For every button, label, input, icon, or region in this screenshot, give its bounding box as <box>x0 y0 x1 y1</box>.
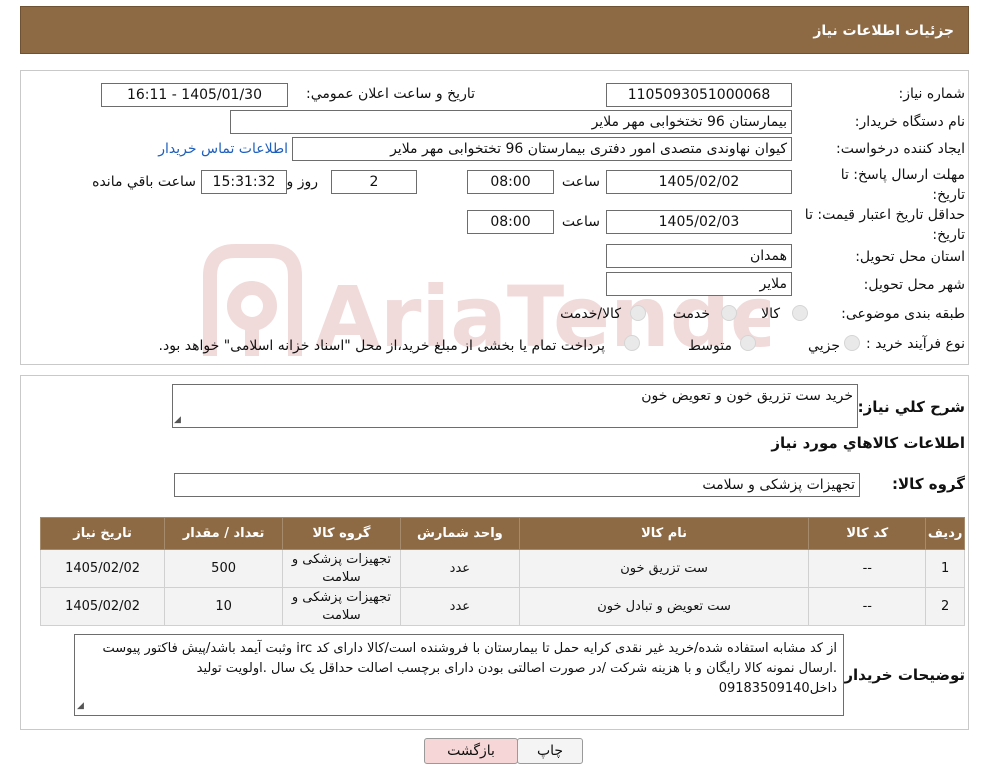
page-title: جزئیات اطلاعات نیاز <box>813 23 954 39</box>
category-radio-goods-service[interactable] <box>630 305 646 321</box>
description-label: شرح کلي نیاز: <box>857 398 965 416</box>
validity-time-label: ساعت <box>561 214 600 230</box>
need-number-label: شماره نیاز: <box>898 86 966 102</box>
cell-item-code: -- <box>808 587 927 626</box>
cell-goods-group: تجهیزات پزشکی و سلامت <box>282 587 401 626</box>
process-option-medium: متوسط <box>688 338 732 354</box>
cell-row-number: 1 <box>925 549 965 588</box>
validity-date-field: 1405/02/03 <box>606 210 792 234</box>
province-label: استان محل تحویل: <box>855 249 965 265</box>
category-label: طبقه بندی موضوعی: <box>841 306 965 322</box>
col-goods-group: گروه کالا <box>282 517 401 550</box>
process-note: پرداخت تمام یا بخشی از مبلغ خرید،از محل … <box>158 338 605 354</box>
col-row-number: ردیف <box>925 517 965 550</box>
remaining-label: ساعت باقي مانده <box>92 174 196 190</box>
category-option-goods: کالا <box>761 306 780 322</box>
notes-resize-handle-icon[interactable]: ◢ <box>77 701 84 711</box>
announce-label: تاریخ و ساعت اعلان عمومي: <box>306 86 475 102</box>
creator-field: کیوان نهاوندی متصدی امور دفتری بیمارستان… <box>292 137 792 161</box>
category-option-goods-service: کالا/خدمت <box>560 306 621 322</box>
process-radio-small[interactable] <box>844 335 860 351</box>
col-need-date: تاریخ نیاز <box>39 517 166 550</box>
col-quantity: تعداد / مقدار <box>164 517 284 550</box>
notes-label: توضیحات خریدار: <box>838 666 965 684</box>
creator-label: ایجاد کننده درخواست: <box>836 141 965 157</box>
process-radio-medium[interactable] <box>740 335 756 351</box>
days-field: 2 <box>331 170 417 194</box>
remaining-time-field: 15:31:32 <box>201 170 287 194</box>
back-button[interactable]: بازگشت <box>424 738 518 764</box>
validity-time-field: 08:00 <box>467 210 554 234</box>
col-item-name: نام کالا <box>518 517 810 550</box>
table-header-row: ردیف کد کالا نام کالا واحد شمارش گروه کا… <box>39 517 965 550</box>
cell-unit: عدد <box>399 549 520 588</box>
buyer-org-label: نام دستگاه خریدار: <box>854 114 965 130</box>
cell-item-name: ست تزریق خون <box>518 549 810 588</box>
goods-group-label: گروه کالا: <box>892 475 965 493</box>
cell-unit: عدد <box>399 587 520 626</box>
contact-info-link[interactable]: اطلاعات تماس خریدار <box>158 141 288 157</box>
description-field[interactable]: خرید ست تزریق خون و تعویض خون <box>172 384 858 428</box>
notes-field[interactable]: از کد مشابه استفاده شده/خرید غیر نقدی کر… <box>74 634 844 716</box>
buyer-org-field: بیمارستان 96 تختخوابی مهر ملایر <box>230 110 792 134</box>
category-option-service: خدمت <box>672 306 710 322</box>
process-radio-treasury[interactable] <box>624 335 640 351</box>
cell-quantity: 10 <box>164 587 284 626</box>
print-button[interactable]: چاپ <box>517 738 583 764</box>
announce-field: 1405/01/30 - 16:11 <box>101 83 288 107</box>
deadline-time-label: ساعت <box>561 174 600 190</box>
need-number-field: 1105093051000068 <box>606 83 792 107</box>
deadline-time-field: 08:00 <box>467 170 554 194</box>
city-label: شهر محل تحویل: <box>863 277 965 293</box>
table-row[interactable]: 1 -- ست تزریق خون عدد تجهیزات پزشکی و سل… <box>39 549 965 588</box>
process-label: نوع فرآیند خرید : <box>866 336 965 352</box>
goods-group-field: تجهیزات پزشکی و سلامت <box>174 473 860 497</box>
cell-need-date: 1405/02/02 <box>39 587 166 626</box>
cell-goods-group: تجهیزات پزشکی و سلامت <box>282 549 401 588</box>
cell-item-name: ست تعویض و تبادل خون <box>518 587 810 626</box>
cell-quantity: 500 <box>164 549 284 588</box>
resize-handle-icon[interactable]: ◢ <box>174 415 181 425</box>
days-label: روز و <box>286 174 319 190</box>
cell-item-code: -- <box>808 549 927 588</box>
deadline-label: مهلت ارسال پاسخ: تا تاریخ: <box>840 167 965 203</box>
city-field: ملایر <box>606 272 792 296</box>
process-option-small: جزیي <box>808 338 840 354</box>
goods-info-title: اطلاعات کالاهاي مورد نیاز <box>771 434 965 452</box>
page-header: جزئیات اطلاعات نیاز <box>20 6 969 54</box>
col-item-code: کد کالا <box>808 517 927 550</box>
category-radio-goods[interactable] <box>792 305 808 321</box>
province-field: همدان <box>606 244 792 268</box>
col-unit: واحد شمارش <box>399 517 520 550</box>
deadline-date-field: 1405/02/02 <box>606 170 792 194</box>
cell-row-number: 2 <box>925 587 965 626</box>
category-radio-service[interactable] <box>721 305 737 321</box>
table-row[interactable]: 2 -- ست تعویض و تبادل خون عدد تجهیزات پز… <box>39 587 965 626</box>
validity-label: حداقل تاریخ اعتبار قیمت: تا تاریخ: <box>804 207 965 243</box>
items-table: ردیف کد کالا نام کالا واحد شمارش گروه کا… <box>39 517 965 626</box>
cell-need-date: 1405/02/02 <box>39 549 166 588</box>
